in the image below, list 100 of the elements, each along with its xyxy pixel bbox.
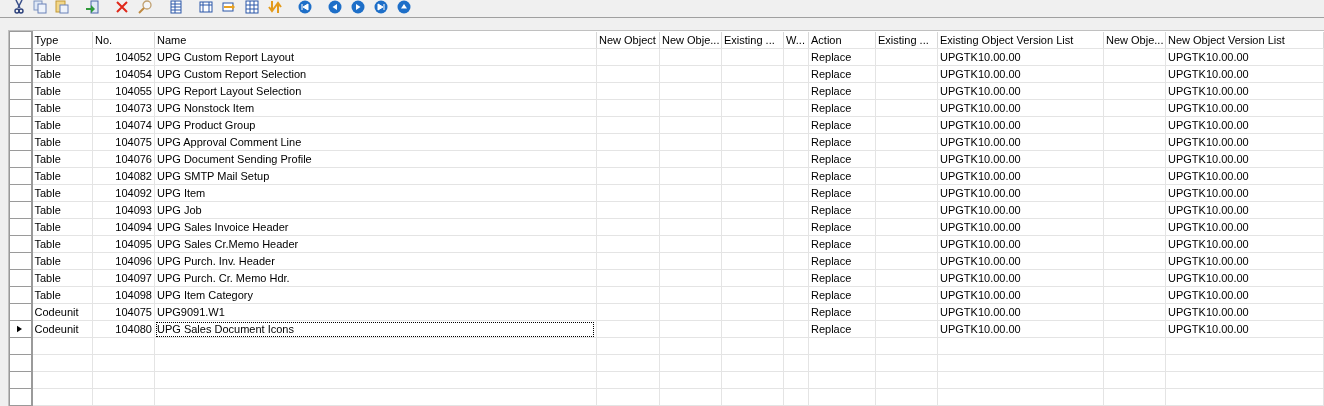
table-icon[interactable] xyxy=(169,0,183,14)
column-header[interactable]: New Object Version List xyxy=(1165,31,1324,49)
table-cell: Table xyxy=(34,271,61,285)
table-cell: 104076 xyxy=(115,152,152,166)
table-cell: UPGTK10.00.00 xyxy=(940,101,1021,115)
delete-icon[interactable] xyxy=(115,0,129,14)
column-header[interactable]: Existing Object Version List xyxy=(937,31,1104,49)
table-cell: UPGTK10.00.00 xyxy=(1168,169,1249,183)
table-cell: UPGTK10.00.00 xyxy=(1168,50,1249,64)
table-cell: UPGTK10.00.00 xyxy=(940,67,1021,81)
table-cell: UPGTK10.00.00 xyxy=(1168,84,1249,98)
table-cell: UPG Product Group xyxy=(157,118,256,132)
column-header[interactable]: Existing ... xyxy=(875,31,938,49)
table-cell: UPGTK10.00.00 xyxy=(1168,322,1249,336)
table-cell: Replace xyxy=(811,271,852,285)
column-header[interactable]: Type xyxy=(31,31,93,49)
column-header[interactable]: New Obje... xyxy=(659,31,722,49)
table-cell: Replace xyxy=(811,135,852,149)
table-cell: 104054 xyxy=(115,67,152,81)
table-cell: 104082 xyxy=(115,169,152,183)
table-cell: Replace xyxy=(811,203,852,217)
table-cell: UPG Sales Invoice Header xyxy=(157,220,289,234)
table-cell: UPGTK10.00.00 xyxy=(1168,186,1249,200)
table-cell: 104073 xyxy=(115,101,152,115)
up-icon[interactable] xyxy=(397,0,411,14)
table-cell: Replace xyxy=(811,169,852,183)
column-header[interactable]: Name xyxy=(154,31,597,49)
column-header[interactable]: New Object xyxy=(596,31,660,49)
table-cell: UPGTK10.00.00 xyxy=(1168,118,1249,132)
last-icon[interactable] xyxy=(374,0,388,14)
table-cell: Table xyxy=(34,67,61,81)
table-cell: Table xyxy=(34,118,61,132)
table-cell: Table xyxy=(34,254,61,268)
table-cell: UPGTK10.00.00 xyxy=(940,288,1021,302)
table-cell: 104075 xyxy=(115,305,152,319)
table-cell: UPGTK10.00.00 xyxy=(940,186,1021,200)
table-cell: Replace xyxy=(811,101,852,115)
table-cell: UPG Purch. Inv. Header xyxy=(157,254,275,268)
table-cell: UPG Approval Comment Line xyxy=(157,135,302,149)
table-cell: Table xyxy=(34,288,61,302)
table-cell: Table xyxy=(34,186,61,200)
next-icon[interactable] xyxy=(351,0,365,14)
table-cell: 104080 xyxy=(115,322,152,336)
table-cell: Table xyxy=(34,50,61,64)
table-cell: Codeunit xyxy=(34,322,79,336)
table-cell: 104074 xyxy=(115,118,152,132)
table-cell: UPG Custom Report Layout xyxy=(157,50,294,64)
table-cell: UPG Sales Document Icons xyxy=(157,322,593,336)
grid-icon[interactable] xyxy=(199,0,213,14)
table-cell: UPGTK10.00.00 xyxy=(940,271,1021,285)
paste-icon[interactable] xyxy=(55,0,69,14)
first-icon[interactable] xyxy=(298,0,312,14)
column-header[interactable]: No. xyxy=(92,31,155,49)
table-cell: UPGTK10.00.00 xyxy=(1168,135,1249,149)
table-cell: Replace xyxy=(811,237,852,251)
table-cell: 104093 xyxy=(115,203,152,217)
table-cell: UPG Item Category xyxy=(157,288,253,302)
table-cell: UPG Report Layout Selection xyxy=(157,84,302,98)
table-cell: Table xyxy=(34,220,61,234)
table-cell: Replace xyxy=(811,220,852,234)
column-header[interactable]: New Obje... xyxy=(1103,31,1166,49)
table-cell: UPG Custom Report Selection xyxy=(157,67,307,81)
table-cell: Replace xyxy=(811,322,852,336)
table-cell: UPGTK10.00.00 xyxy=(940,152,1021,166)
table-cell: UPGTK10.00.00 xyxy=(940,203,1021,217)
table-cell: Table xyxy=(34,203,61,217)
table-cell: UPGTK10.00.00 xyxy=(940,322,1021,336)
grid-icon[interactable] xyxy=(245,0,259,14)
table-cell: UPGTK10.00.00 xyxy=(940,169,1021,183)
table-cell: UPGTK10.00.00 xyxy=(940,84,1021,98)
table-cell: UPGTK10.00.00 xyxy=(1168,237,1249,251)
copy-icon[interactable] xyxy=(33,0,47,14)
table-cell: Replace xyxy=(811,118,852,132)
table-cell: UPG Job xyxy=(157,203,202,217)
table-cell: 104092 xyxy=(115,186,152,200)
table-cell: UPGTK10.00.00 xyxy=(940,50,1021,64)
table-cell: 104095 xyxy=(115,237,152,251)
table-cell: UPGTK10.00.00 xyxy=(1168,271,1249,285)
export-icon[interactable] xyxy=(85,0,99,14)
search-icon[interactable] xyxy=(138,0,152,14)
table-cell: UPG Nonstock Item xyxy=(157,101,255,115)
column-header[interactable]: Existing ... xyxy=(721,31,784,49)
table-cell: Replace xyxy=(811,50,852,64)
cut-icon[interactable] xyxy=(12,0,26,14)
table-cell: UPGTK10.00.00 xyxy=(940,305,1021,319)
table-cell: Table xyxy=(34,101,61,115)
table-cell: Replace xyxy=(811,254,852,268)
table-cell: UPGTK10.00.00 xyxy=(940,220,1021,234)
table-cell: UPGTK10.00.00 xyxy=(1168,288,1249,302)
table-cell: UPGTK10.00.00 xyxy=(1168,67,1249,81)
table-cell: UPG Document Sending Profile xyxy=(157,152,312,166)
table-cell: Table xyxy=(34,84,61,98)
refresh-icon[interactable] xyxy=(268,0,282,14)
column-header[interactable]: W... xyxy=(783,31,809,49)
column-header[interactable]: Action xyxy=(808,31,876,49)
table-cell: UPG Item xyxy=(157,186,206,200)
current-row-icon xyxy=(17,325,22,333)
table-cell: UPG9091.W1 xyxy=(157,305,225,319)
previous-icon[interactable] xyxy=(328,0,342,14)
table-cell: Replace xyxy=(811,186,852,200)
